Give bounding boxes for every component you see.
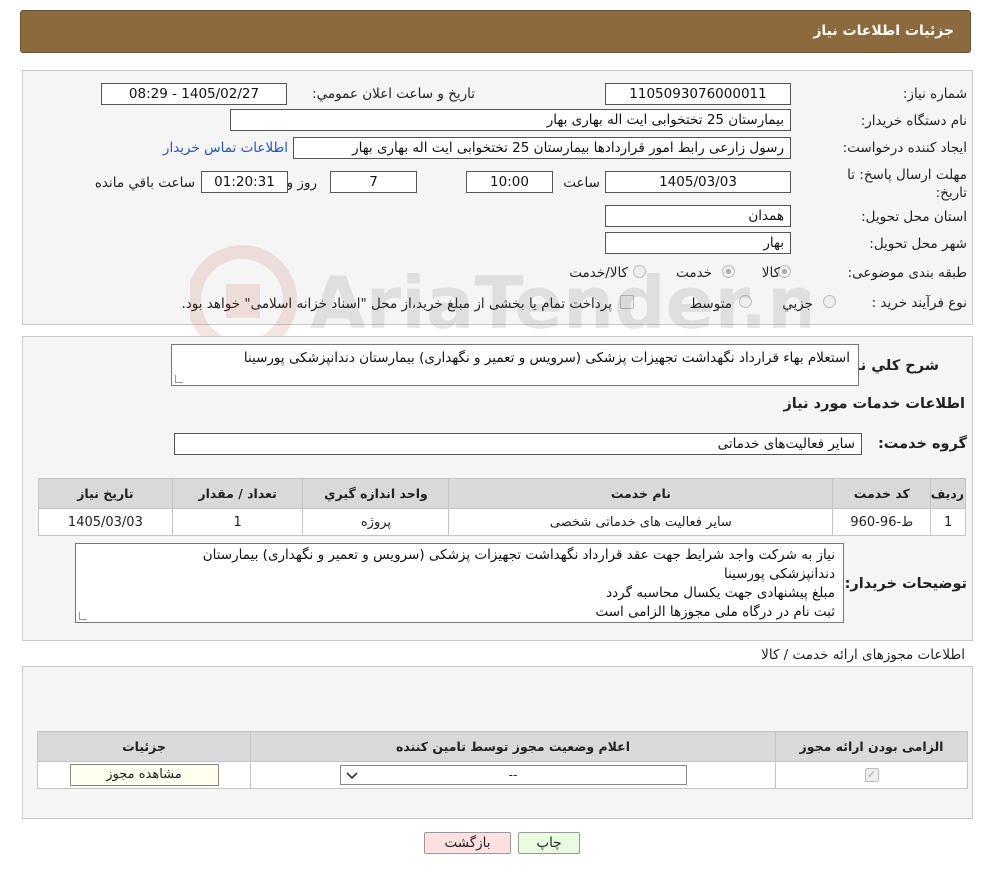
announce-datetime-field: 1405/02/27 - 08:29 <box>101 83 287 105</box>
buyer-org-label: نام دستگاه خريدار: <box>860 113 967 129</box>
province-label: استان محل تحويل: <box>861 209 967 225</box>
buyer-notes-line-2: دندانپزشکی پورسینا <box>723 566 835 582</box>
cell-need-date: 1405/03/03 <box>38 508 173 536</box>
purchase-medium-label: متوسط <box>689 296 732 312</box>
cell-permit-status: -- <box>250 761 776 789</box>
cell-permit-details: مشاهده مجوز <box>37 761 251 789</box>
time-remaining-label: ساعت باقي مانده <box>94 175 195 191</box>
print-button[interactable]: چاپ <box>518 832 580 854</box>
permits-header-row: الزامی بودن ارائه مجوز اعلام وضعیت مجوز … <box>37 731 968 762</box>
chevron-down-icon <box>345 772 358 780</box>
back-button[interactable]: بازگشت <box>424 832 511 854</box>
buyer-contact-link[interactable]: اطلاعات تماس خريدار <box>163 140 288 156</box>
resize-grip-icon[interactable] <box>175 375 183 383</box>
col-service-name: نام خدمت <box>448 478 834 509</box>
permit-status-select[interactable]: -- <box>339 765 687 785</box>
requester-field: رسول زارعی رابط امور قراردادها بیمارستان… <box>293 137 791 159</box>
announce-datetime-label: تاریخ و ساعت اعلان عمومي: <box>312 86 475 102</box>
permits-table: الزامی بودن ارائه مجوز اعلام وضعیت مجوز … <box>37 731 968 789</box>
page-header: جزئیات اطلاعات نیاز <box>20 10 971 53</box>
permits-section-title: اطلاعات مجوزهای ارائه خدمت / کالا <box>761 647 965 663</box>
cell-service-code: ط-96-960 <box>832 508 932 536</box>
treasury-bond-note: پرداخت تمام یا بخشی از مبلغ خرید،از محل … <box>181 296 612 312</box>
buyer-notes-textarea[interactable]: نیاز به شرکت واجد شرایط جهت عقد قرارداد … <box>75 543 844 623</box>
category-goods-service-label: کالا/خدمت <box>569 265 628 281</box>
cell-unit: پروژه <box>302 508 450 536</box>
table-row: ✓ -- مشاهده مجوز <box>37 761 968 789</box>
time-remaining-field: 01:20:31 <box>201 171 288 193</box>
buyer-notes-line-4: ثبت نام در درگاه ملی مجوزها الزامی است <box>595 604 835 620</box>
services-header-row: رديف کد خدمت نام خدمت واحد اندازه گيري ت… <box>38 478 966 509</box>
service-group-field: ساير فعاليت‌های خدماتی <box>174 433 862 455</box>
category-service-label: خدمت <box>676 265 712 281</box>
purchase-medium-radio[interactable] <box>739 295 752 308</box>
col-row-number: رديف <box>930 478 966 509</box>
deadline-time-label: ساعت <box>563 175 600 191</box>
col-permit-status: اعلام وضعیت مجوز توسط تامین کننده <box>250 731 776 762</box>
treasury-bond-checkbox[interactable] <box>620 295 634 309</box>
cell-service-name: ساير فعاليت های خدماتی شخصی <box>448 508 834 536</box>
service-group-label: گروه خدمت: <box>877 436 967 452</box>
services-table: رديف کد خدمت نام خدمت واحد اندازه گيري ت… <box>38 478 966 536</box>
city-label: شهر محل تحويل: <box>869 236 967 252</box>
deadline-label: مهلت ارسال پاسخ: تا تاريخ: <box>847 167 967 201</box>
category-label: طبقه بندی موضوعی: <box>847 265 967 281</box>
cell-quantity: 1 <box>171 508 304 536</box>
table-row: 1 ط-96-960 ساير فعاليت های خدماتی شخصی پ… <box>38 508 966 536</box>
col-permit-required: الزامی بودن ارائه مجوز <box>775 731 968 762</box>
category-goods-label: کالا <box>761 265 780 281</box>
summary-textarea[interactable]: استعلام بهاء قرارداد نگهداشت تجهیزات پزش… <box>171 344 859 386</box>
cell-row-number: 1 <box>930 508 966 536</box>
view-permit-button[interactable]: مشاهده مجوز <box>69 764 219 786</box>
services-section-title: اطلاعات خدمات مورد نياز <box>783 396 965 412</box>
col-quantity: تعداد / مقدار <box>171 478 304 509</box>
category-goods-service-radio[interactable] <box>633 265 646 278</box>
purchase-minor-radio[interactable] <box>823 295 836 308</box>
deadline-date-field: 1405/03/03 <box>605 171 791 193</box>
province-field: همدان <box>605 205 791 227</box>
days-label: روز و <box>286 175 317 191</box>
col-service-code: کد خدمت <box>832 478 932 509</box>
requester-label: ايجاد کننده درخواست: <box>842 140 967 156</box>
permit-status-value: -- <box>508 768 518 782</box>
purchase-minor-label: جزيي <box>782 296 813 312</box>
buyer-notes-line-1: نیاز به شرکت واجد شرایط جهت عقد قرارداد … <box>202 547 835 563</box>
buyer-notes-label: توضيحات خريدار: <box>844 576 967 592</box>
category-service-radio[interactable] <box>722 265 735 278</box>
city-field: بهار <box>605 232 791 254</box>
buyer-org-field: بیمارستان 25 تختخوابی ایت اله بهاری بهار <box>230 109 791 131</box>
permit-required-checkbox: ✓ <box>864 768 879 782</box>
cell-permit-required: ✓ <box>775 761 968 789</box>
days-remaining-field: 7 <box>330 171 417 193</box>
deadline-time-field: 10:00 <box>466 171 553 193</box>
resize-grip-icon[interactable] <box>79 612 87 620</box>
col-need-date: تاريخ نياز <box>38 478 173 509</box>
need-number-label: شماره نیاز: <box>902 86 967 102</box>
col-unit: واحد اندازه گيري <box>302 478 450 509</box>
need-number-field: 1105093076000011 <box>605 83 791 105</box>
page-title: جزئیات اطلاعات نیاز <box>813 23 954 39</box>
buyer-notes-line-3: مبلغ پیشنهادی جهت یکسال محاسبه گردد <box>606 585 835 601</box>
col-permit-details: جزئیات <box>37 731 251 762</box>
purchase-type-label: نوع فرآيند خريد : <box>871 295 967 311</box>
summary-text: استعلام بهاء قرارداد نگهداشت تجهیزات پزش… <box>243 350 850 366</box>
